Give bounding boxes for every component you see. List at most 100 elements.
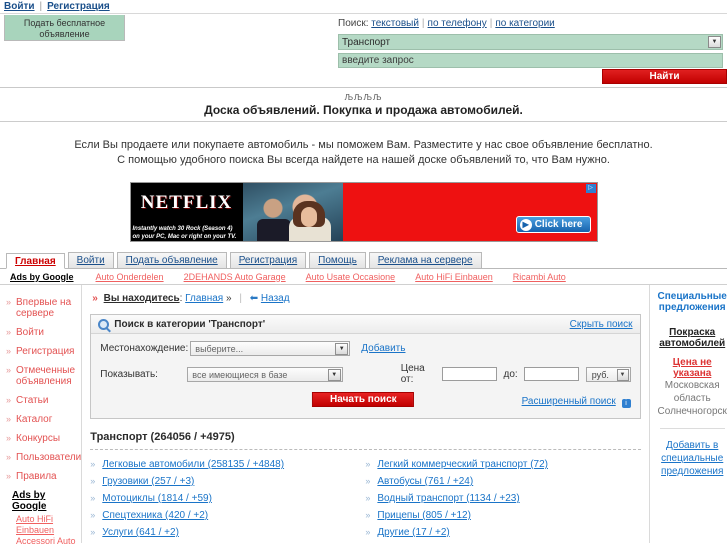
chevron-down-icon[interactable]: ▼ bbox=[327, 368, 341, 381]
top-ad-link-1[interactable]: Auto Onderdelen bbox=[96, 272, 164, 282]
tab-advertising[interactable]: Реклама на сервере bbox=[368, 252, 482, 268]
category-column-left: Легковые автомобили (258135 / +4848) Гру… bbox=[90, 456, 365, 541]
site-title-zone: ЉЉЉЉ Доска объявлений. Покупка и продажа… bbox=[0, 88, 727, 122]
category-link-water-transport[interactable]: Водный транспорт (1134 / +23) bbox=[377, 493, 519, 504]
breadcrumb-pipe: | bbox=[239, 293, 242, 304]
category-item: Услуги (641 / +2) bbox=[90, 524, 365, 541]
top-ad-link-4[interactable]: Auto HiFi Einbauen bbox=[415, 272, 493, 282]
top-login-link[interactable]: Войти bbox=[4, 1, 35, 12]
sidebar-item-catalog[interactable]: Каталог bbox=[6, 410, 81, 429]
show-select[interactable]: все имеющиеся в базе ▼ bbox=[187, 366, 343, 382]
main-content: » Вы находитесь: Главная » | ⬅ Назад Пои… bbox=[82, 285, 648, 543]
location-row: Местонахождение: выберите... ▼ Добавить bbox=[100, 341, 630, 356]
adchoices-icon[interactable]: ▷ bbox=[585, 184, 596, 193]
breadcrumb-sep-icon: » bbox=[226, 293, 232, 304]
banner-wrapper: NETFLIX Instantly watch 30 Rock (Season … bbox=[0, 182, 727, 242]
category-link-motorcycles[interactable]: Мотоциклы (1814 / +59) bbox=[102, 493, 212, 504]
breadcrumb-arrow-icon: » bbox=[92, 293, 98, 304]
breadcrumb-back-link[interactable]: Назад bbox=[261, 293, 290, 304]
tab-home[interactable]: Главная bbox=[6, 253, 65, 269]
price-from-input[interactable] bbox=[441, 367, 497, 381]
search-mode-phone[interactable]: по телефону bbox=[428, 18, 487, 29]
add-to-special-offers-link[interactable]: Добавить в специальные предложения bbox=[658, 439, 727, 478]
category-item: Грузовики (257 / +3) bbox=[90, 473, 365, 490]
top-ad-link-2[interactable]: 2DEHANDS Auto Garage bbox=[184, 272, 286, 282]
category-item: Мотоциклы (1814 / +59) bbox=[90, 490, 365, 507]
netflix-banner-ad[interactable]: NETFLIX Instantly watch 30 Rock (Season … bbox=[129, 182, 598, 242]
category-divider-top bbox=[90, 449, 641, 450]
sidebar-item-login[interactable]: Войти bbox=[6, 323, 81, 342]
sidebar-ad-link-1[interactable]: Auto HiFi Einbauen bbox=[12, 514, 81, 536]
price-from-label: Цена от: bbox=[400, 363, 425, 385]
top-divider: | bbox=[39, 1, 43, 12]
special-offer-name[interactable]: Покраска автомобилей bbox=[658, 327, 727, 349]
extended-search-link[interactable]: Расширенный поиск bbox=[522, 396, 616, 407]
header-query-placeholder: введите запрос bbox=[342, 55, 414, 66]
special-offer-price: Цена не указана bbox=[672, 357, 712, 379]
tab-registration[interactable]: Регистрация bbox=[229, 252, 307, 268]
category-link-buses[interactable]: Автобусы (761 / +24) bbox=[377, 476, 473, 487]
tab-post-ad[interactable]: Подать объявление bbox=[116, 252, 227, 268]
search-actions-row: Начать поиск Расширенный поиск i bbox=[100, 392, 631, 410]
sidebar-item-rules[interactable]: Правила bbox=[6, 467, 81, 486]
search-mode-category[interactable]: по категории bbox=[495, 18, 554, 29]
header-query-input[interactable]: введите запрос bbox=[338, 53, 723, 68]
header-category-select[interactable]: Транспорт ▼ bbox=[338, 34, 723, 50]
category-link-services[interactable]: Услуги (641 / +2) bbox=[102, 527, 179, 538]
chevron-down-icon[interactable]: ▼ bbox=[616, 368, 629, 381]
top-google-ads-strip: Ads by Google Auto Onderdelen 2DEHANDS A… bbox=[0, 269, 727, 285]
category-link-trailers[interactable]: Прицепы (805 / +12) bbox=[377, 510, 471, 521]
ads-by-google-label[interactable]: Ads by Google bbox=[10, 272, 74, 282]
search-mode-text[interactable]: текстовый bbox=[371, 18, 419, 29]
tab-login[interactable]: Войти bbox=[67, 252, 114, 268]
tab-help[interactable]: Помощь bbox=[309, 252, 366, 268]
banner-cta-label: Click here bbox=[534, 219, 583, 230]
location-label: Местонахождение: bbox=[100, 343, 189, 354]
category-link-cars[interactable]: Легковые автомобили (258135 / +4848) bbox=[102, 459, 284, 470]
intro-line-2: С помощью удобного поиска Вы всегда найд… bbox=[117, 154, 610, 166]
top-register-link[interactable]: Регистрация bbox=[47, 1, 110, 12]
location-select-value: выберите... bbox=[195, 344, 244, 354]
currency-select[interactable]: руб. ▼ bbox=[585, 366, 631, 382]
find-button[interactable]: Найти bbox=[602, 69, 727, 84]
banner-subtext-line1: Instantly watch 30 Rock (Season 4) bbox=[132, 226, 233, 232]
category-link-trucks[interactable]: Грузовики (257 / +3) bbox=[102, 476, 194, 487]
banner-figure-face bbox=[300, 207, 317, 227]
banner-subtext: Instantly watch 30 Rock (Season 4) on yo… bbox=[131, 225, 243, 241]
sidebar-item-registration[interactable]: Регистрация bbox=[6, 342, 81, 361]
category-link-special-equipment[interactable]: Спецтехника (420 / +2) bbox=[102, 510, 208, 521]
chevron-down-icon[interactable]: ▼ bbox=[708, 36, 721, 48]
top-ad-link-3[interactable]: Auto Usate Occasione bbox=[306, 272, 396, 282]
show-label: Показывать: bbox=[100, 368, 158, 380]
right-sidebar: Специальные предложения Покраска автомоб… bbox=[648, 285, 727, 543]
sidebar-ads-by-google-label[interactable]: Ads by Google bbox=[12, 490, 81, 512]
sidebar-item-marked-ads[interactable]: Отмеченные объявления bbox=[6, 361, 81, 391]
sidebar-item-articles[interactable]: Статьи bbox=[6, 391, 81, 410]
top-ad-link-5[interactable]: Ricambi Auto bbox=[513, 272, 566, 282]
breadcrumb-home-link[interactable]: Главная bbox=[185, 293, 223, 304]
back-arrow-icon[interactable]: ⬅ bbox=[250, 293, 258, 304]
banner-figure-left bbox=[256, 219, 291, 241]
category-column-right: Легкий коммерческий транспорт (72) Автоб… bbox=[365, 456, 640, 541]
sidebar-ad-link-2[interactable]: Accessori Auto bbox=[12, 536, 81, 545]
chevron-down-icon[interactable]: ▼ bbox=[335, 343, 349, 355]
price-to-input[interactable] bbox=[523, 367, 579, 381]
play-icon: ▶ bbox=[519, 219, 532, 231]
info-icon[interactable]: i bbox=[621, 399, 631, 408]
category-link-light-commercial[interactable]: Легкий коммерческий транспорт (72) bbox=[377, 459, 548, 470]
add-location-link[interactable]: Добавить bbox=[361, 343, 405, 354]
top-auth-bar: Войти | Регистрация bbox=[0, 0, 727, 14]
add-special-line2: предложения bbox=[661, 466, 724, 477]
add-special-line1: Добавить в специальные bbox=[661, 440, 724, 464]
category-link-others[interactable]: Другие (17 / +2) bbox=[377, 527, 449, 538]
hide-search-link[interactable]: Скрыть поиск bbox=[570, 319, 633, 330]
sidebar-google-ads: Ads by Google Auto HiFi Einbauen Accesso… bbox=[6, 486, 81, 545]
banner-cta-button[interactable]: ▶ Click here bbox=[515, 216, 591, 233]
sidebar-item-contests[interactable]: Конкурсы bbox=[6, 429, 81, 448]
sidebar-item-users[interactable]: Пользователи bbox=[6, 448, 81, 467]
sidebar-item-newcomer[interactable]: Впервые на сервере bbox=[6, 293, 81, 323]
category-grid: Легковые автомобили (258135 / +4848) Гру… bbox=[90, 456, 640, 541]
location-select[interactable]: выберите... ▼ bbox=[190, 341, 351, 356]
start-search-button[interactable]: Начать поиск bbox=[312, 392, 415, 407]
post-free-ad-button[interactable]: Подать бесплатное объявление bbox=[4, 15, 125, 41]
